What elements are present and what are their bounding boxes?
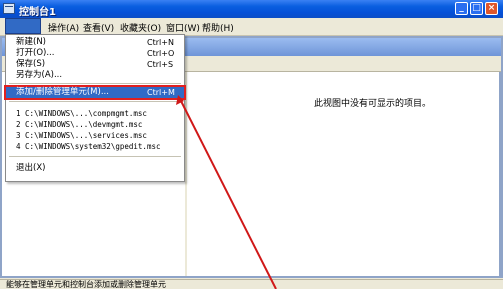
annotation-arrow-line <box>179 98 277 289</box>
annotation-arrow <box>176 95 277 289</box>
